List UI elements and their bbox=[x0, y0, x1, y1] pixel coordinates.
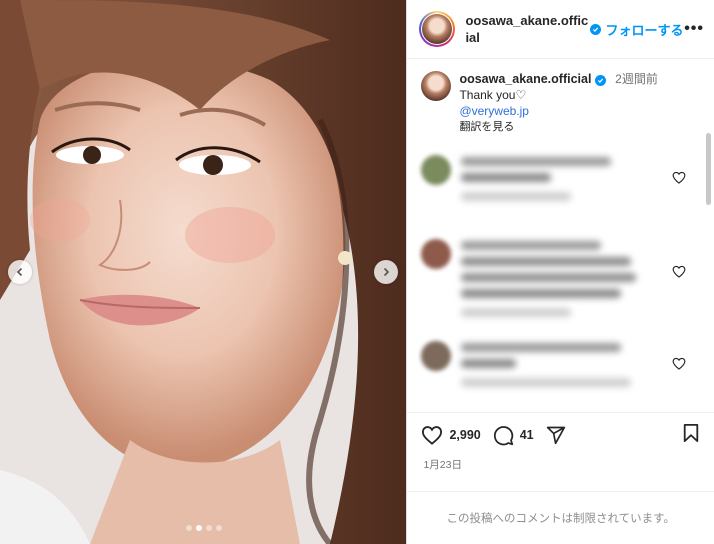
post-caption: oosawa_akane.official 2週間前 Thank you♡ @v… bbox=[421, 71, 714, 135]
carousel-dot bbox=[205, 525, 212, 531]
carousel-dot bbox=[215, 525, 222, 531]
more-options-icon[interactable]: ••• bbox=[684, 20, 704, 38]
comment-avatar[interactable] bbox=[421, 155, 452, 185]
carousel-next-button[interactable] bbox=[374, 260, 398, 284]
caption-text: Thank you♡ bbox=[459, 88, 527, 102]
post-side-panel: oosawa_akane.official フォローする ••• oosawa_… bbox=[406, 0, 714, 544]
post-username[interactable]: oosawa_akane.official bbox=[465, 13, 588, 45]
post-photo[interactable] bbox=[0, 0, 407, 544]
send-icon bbox=[546, 426, 565, 445]
post-date: 1月23日 bbox=[423, 459, 462, 471]
avatar[interactable] bbox=[421, 71, 452, 101]
carousel-dots bbox=[0, 525, 406, 531]
comments-section[interactable]: oosawa_akane.official 2週間前 Thank you♡ @v… bbox=[407, 59, 714, 412]
caption-timestamp[interactable]: 2週間前 bbox=[615, 72, 658, 86]
post-header: oosawa_akane.official フォローする ••• bbox=[407, 0, 714, 59]
comment-button[interactable]: 41 bbox=[493, 425, 534, 446]
like-button[interactable]: 2,990 bbox=[421, 425, 481, 445]
save-button[interactable] bbox=[682, 423, 700, 448]
chevron-right-icon bbox=[383, 267, 390, 277]
like-count[interactable]: 2,990 bbox=[449, 428, 480, 442]
comments-scrollbar[interactable] bbox=[706, 133, 711, 205]
bookmark-icon bbox=[683, 423, 699, 442]
comments-restricted-notice: この投稿へのコメントは制限されています。 bbox=[407, 491, 714, 544]
verified-badge-icon bbox=[594, 75, 606, 86]
carousel-dot-active bbox=[195, 525, 202, 531]
carousel-dot bbox=[185, 525, 192, 531]
chevron-left-icon bbox=[16, 267, 23, 277]
comment-count[interactable]: 41 bbox=[520, 428, 534, 442]
verified-badge-icon bbox=[590, 23, 602, 35]
instagram-post-modal: oosawa_akane.official フォローする ••• oosawa_… bbox=[0, 0, 714, 544]
portrait-image bbox=[0, 0, 407, 544]
comment-like-heart-icon[interactable] bbox=[672, 357, 686, 370]
share-button[interactable] bbox=[546, 425, 566, 445]
see-translation-link[interactable]: 翻訳を見る bbox=[459, 119, 657, 135]
comment-like-heart-icon[interactable] bbox=[672, 265, 686, 278]
comment-like-heart-icon[interactable] bbox=[672, 171, 686, 184]
carousel-prev-button[interactable] bbox=[8, 260, 32, 284]
profile-avatar-ring[interactable] bbox=[419, 11, 456, 47]
post-actions-bar: 2,990 41 bbox=[407, 412, 714, 457]
comment-item bbox=[421, 155, 714, 217]
caption-mention-link[interactable]: @veryweb.jp bbox=[459, 103, 657, 119]
follow-button[interactable]: フォローする bbox=[605, 20, 683, 39]
comment-bubble-icon bbox=[493, 425, 513, 445]
comment-item bbox=[421, 341, 714, 403]
heart-icon bbox=[422, 426, 443, 445]
comment-item bbox=[421, 239, 714, 319]
comment-avatar[interactable] bbox=[421, 239, 452, 269]
comment-avatar[interactable] bbox=[421, 341, 452, 371]
avatar bbox=[422, 14, 453, 44]
caption-username[interactable]: oosawa_akane.official bbox=[459, 72, 591, 86]
